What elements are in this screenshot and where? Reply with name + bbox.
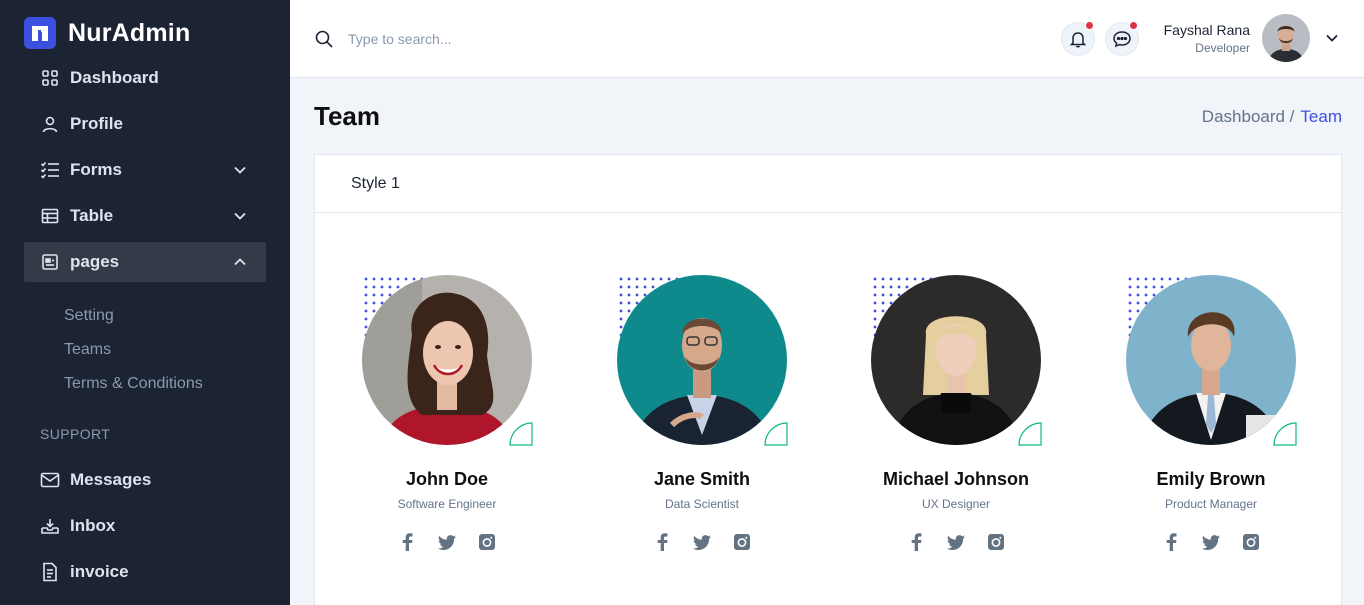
member-role: Data Scientist <box>664 497 740 511</box>
breadcrumb-current: Team <box>1300 107 1342 126</box>
chevron-down-icon <box>234 212 246 220</box>
chevron-up-icon <box>234 258 246 266</box>
brand[interactable]: NurAdmin <box>24 17 190 49</box>
facebook-icon[interactable] <box>397 532 417 552</box>
top-header: Fayshal Rana Developer <box>290 0 1364 78</box>
grid-icon <box>40 68 60 88</box>
sidebar-item-label: Profile <box>70 114 123 133</box>
sidebar-subitem-teams[interactable]: Teams <box>64 341 111 359</box>
quarter-circle-decoration <box>1273 422 1297 446</box>
sidebar-item-table[interactable]: Table <box>24 196 266 236</box>
list-check-icon <box>40 160 60 180</box>
bell-icon <box>1069 32 1087 48</box>
sidebar-item-label: pages <box>70 252 120 271</box>
user-name[interactable]: Fayshal Rana <box>1164 22 1250 38</box>
facebook-icon[interactable] <box>1161 532 1181 552</box>
twitter-icon[interactable] <box>946 532 966 552</box>
sidebar-subitem-terms[interactable]: Terms & Conditions <box>64 375 203 393</box>
member-role: UX Designer <box>921 497 991 511</box>
chevron-down-icon[interactable] <box>1324 30 1340 46</box>
social-links <box>317 532 577 552</box>
twitter-icon[interactable] <box>692 532 712 552</box>
message-dot <box>1129 21 1138 30</box>
member-name: John Doe <box>405 469 488 489</box>
mail-icon <box>40 470 60 490</box>
member-role: Software Engineer <box>397 497 497 511</box>
member-photo <box>871 275 1041 445</box>
user-role: Developer <box>1195 41 1250 55</box>
sidebar-section-support: SUPPORT <box>40 426 111 442</box>
inbox-icon <box>40 516 60 536</box>
chat-icon <box>1113 31 1131 48</box>
search-icon[interactable] <box>314 29 334 49</box>
sidebar-item-forms[interactable]: Forms <box>24 150 266 190</box>
invoice-icon <box>40 562 60 582</box>
member-name: Michael Johnson <box>882 469 1030 489</box>
member-photo <box>1126 275 1296 445</box>
twitter-icon[interactable] <box>1201 532 1221 552</box>
notification-dot <box>1085 21 1094 30</box>
social-links <box>826 532 1086 552</box>
social-links <box>572 532 832 552</box>
page-title: Team <box>314 101 380 131</box>
member-photo <box>617 275 787 445</box>
quarter-circle-decoration <box>1018 422 1042 446</box>
user-avatar[interactable] <box>1262 14 1310 62</box>
sidebar-item-messages[interactable]: Messages <box>24 460 266 500</box>
user-icon <box>40 114 60 134</box>
sidebar-item-pages[interactable]: pages <box>24 242 266 282</box>
instagram-icon[interactable] <box>1241 532 1261 552</box>
quarter-circle-decoration <box>509 422 533 446</box>
page-icon <box>40 252 60 272</box>
quarter-circle-decoration <box>764 422 788 446</box>
search-input[interactable] <box>348 27 648 51</box>
brand-logo-icon <box>24 17 56 49</box>
sidebar-item-inbox[interactable]: Inbox <box>24 506 266 546</box>
social-links <box>1081 532 1341 552</box>
member-role: Product Manager <box>1164 497 1258 511</box>
instagram-icon[interactable] <box>477 532 497 552</box>
card-title: Style 1 <box>315 155 1341 213</box>
instagram-icon[interactable] <box>986 532 1006 552</box>
facebook-icon[interactable] <box>652 532 672 552</box>
sidebar-subitem-setting[interactable]: Setting <box>64 307 114 325</box>
twitter-icon[interactable] <box>437 532 457 552</box>
member-photo <box>362 275 532 445</box>
sidebar-item-dashboard[interactable]: Dashboard <box>24 58 266 98</box>
member-name: Jane Smith <box>653 469 751 489</box>
sidebar-item-label: Dashboard <box>70 68 159 87</box>
sidebar-item-label: Inbox <box>70 516 116 535</box>
member-name: Emily Brown <box>1156 469 1266 489</box>
chevron-down-icon <box>234 166 246 174</box>
sidebar-item-label: Table <box>70 206 114 225</box>
breadcrumb: Dashboard / Team <box>1202 107 1342 127</box>
messages-button[interactable] <box>1105 21 1139 56</box>
sidebar-item-profile[interactable]: Profile <box>24 104 266 144</box>
sidebar-item-label: Messages <box>70 470 152 489</box>
instagram-icon[interactable] <box>732 532 752 552</box>
sidebar-item-label: Forms <box>70 160 122 179</box>
sidebar-item-label: invoice <box>70 562 129 581</box>
sidebar-item-invoice[interactable]: invoice <box>24 552 266 592</box>
breadcrumb-dashboard-link[interactable]: Dashboard / <box>1202 107 1295 126</box>
facebook-icon[interactable] <box>906 532 926 552</box>
brand-name: NurAdmin <box>68 18 191 47</box>
notifications-button[interactable] <box>1061 21 1095 56</box>
sidebar: NurAdmin Dashboard Profile Forms Table p… <box>0 0 290 605</box>
table-icon <box>40 206 60 226</box>
team-card: Style 1 John Doe Software Engineer Jane … <box>314 154 1342 605</box>
